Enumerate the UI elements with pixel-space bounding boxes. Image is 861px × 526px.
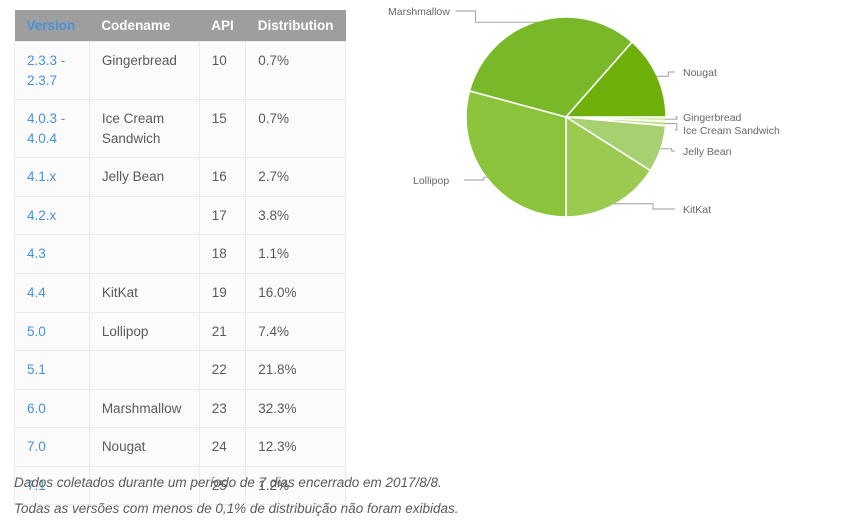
cell-version[interactable]: 4.1.x xyxy=(14,157,90,197)
footnote-collection-period: Dados coletados durante um período de 7 … xyxy=(14,475,442,490)
pie-label-nougat: Nougat xyxy=(683,67,717,79)
table-row: 4.1.x Jelly Bean 16 2.7% xyxy=(14,157,346,197)
leader-line-lollipop xyxy=(463,176,488,181)
cell-version[interactable]: 6.0 xyxy=(14,389,90,429)
cell-codename: Marshmallow xyxy=(89,389,200,429)
cell-api: 23 xyxy=(199,389,247,429)
column-header-distribution[interactable]: Distribution xyxy=(245,10,346,42)
pie-label-kitkat: KitKat xyxy=(683,204,711,216)
distribution-pie-chart: Marshmallow Nougat Gingerbread Ice Cream Sa… xyxy=(380,0,861,250)
table-body: 2.3.3 - 2.3.7 Gingerbread 10 0.7% 4.0.3 … xyxy=(14,40,346,506)
column-header-codename[interactable]: Codename xyxy=(89,10,200,42)
cell-distribution: 12.3% xyxy=(245,427,346,467)
cell-api: 18 xyxy=(199,234,247,274)
cell-codename xyxy=(89,350,200,390)
pie-label-ice-cream-sandwich: Ice Cream Sandwich xyxy=(683,125,780,137)
pie-label-marshmallow: Marshmallow xyxy=(388,6,450,18)
cell-api: 21 xyxy=(199,312,247,352)
cell-distribution: 0.7% xyxy=(245,99,346,159)
table-row: 4.2.x 17 3.8% xyxy=(14,196,346,236)
footnotes: Dados coletados durante um período de 7 … xyxy=(14,470,459,521)
pie-label-jelly-bean: Jelly Bean xyxy=(683,146,732,158)
cell-version[interactable]: 5.1 xyxy=(14,350,90,390)
cell-api: 17 xyxy=(199,196,247,236)
cell-codename xyxy=(89,196,200,236)
cell-distribution: 1.1% xyxy=(245,234,346,274)
cell-codename: Lollipop xyxy=(89,312,200,352)
cell-codename: Nougat xyxy=(89,427,200,467)
cell-version[interactable]: 4.3 xyxy=(14,234,90,274)
cell-version[interactable]: 4.4 xyxy=(14,273,90,313)
cell-version[interactable]: 7.0 xyxy=(14,427,90,467)
table-row: 5.1 22 21.8% xyxy=(14,350,346,390)
cell-version[interactable]: 2.3.3 - 2.3.7 xyxy=(14,40,90,101)
leader-line-nougat xyxy=(656,71,675,77)
table-row: 6.0 Marshmallow 23 32.3% xyxy=(14,389,346,429)
cell-codename: KitKat xyxy=(89,273,200,313)
pie-label-lollipop: Lollipop xyxy=(413,175,449,187)
cell-codename: Jelly Bean xyxy=(89,157,200,197)
dashboard-root: Version Codename API Distribution 2.3.3 … xyxy=(0,0,861,526)
table-row: 4.0.3 - 4.0.4 Ice Cream Sandwich 15 0.7% xyxy=(14,99,346,159)
cell-distribution: 3.8% xyxy=(245,196,346,236)
cell-distribution: 7.4% xyxy=(245,312,346,352)
leader-line-marshmallow xyxy=(455,10,538,23)
cell-distribution: 16.0% xyxy=(245,273,346,313)
footnote-threshold: Todas as versões com menos de 0,1% de di… xyxy=(14,500,459,516)
table-header: Version Codename API Distribution xyxy=(14,10,346,42)
platform-distribution-table: Version Codename API Distribution 2.3.3 … xyxy=(14,10,346,506)
cell-codename: Ice Cream Sandwich xyxy=(89,99,200,159)
leader-line-kitkat xyxy=(613,203,675,210)
leader-line-jelly-bean xyxy=(659,148,675,152)
table-row: 4.4 KitKat 19 16.0% xyxy=(14,273,346,313)
pie-slices-group xyxy=(465,16,667,218)
table-row: 7.0 Nougat 24 12.3% xyxy=(14,427,346,467)
cell-version[interactable]: 4.0.3 - 4.0.4 xyxy=(14,99,90,159)
cell-api: 16 xyxy=(199,157,247,197)
cell-api: 15 xyxy=(199,99,247,159)
cell-api: 24 xyxy=(199,427,247,467)
cell-distribution: 32.3% xyxy=(245,389,346,429)
cell-distribution: 2.7% xyxy=(245,157,346,197)
leader-line-ice-cream-sandwich xyxy=(664,123,678,131)
cell-codename: Gingerbread xyxy=(89,40,200,101)
table-row: 2.3.3 - 2.3.7 Gingerbread 10 0.7% xyxy=(14,40,346,101)
table-row: 5.0 Lollipop 21 7.4% xyxy=(14,312,346,352)
cell-api: 10 xyxy=(199,40,247,101)
cell-api: 19 xyxy=(199,273,247,313)
pie-chart-svg: Marshmallow Nougat GingerbreadIce Cream Sa… xyxy=(388,6,780,218)
cell-distribution: 21.8% xyxy=(245,350,346,390)
pie-label-gingerbread: Gingerbread xyxy=(683,112,742,124)
column-header-version[interactable]: Version xyxy=(14,10,90,42)
cell-version[interactable]: 4.2.x xyxy=(14,196,90,236)
table-header-row: Version Codename API Distribution xyxy=(14,10,346,42)
table-row: 4.3 18 1.1% xyxy=(14,234,346,274)
cell-version[interactable]: 5.0 xyxy=(14,312,90,352)
cell-api: 22 xyxy=(199,350,247,390)
cell-distribution: 0.7% xyxy=(245,40,346,101)
column-header-api[interactable]: API xyxy=(199,10,246,42)
cell-codename xyxy=(89,234,200,274)
